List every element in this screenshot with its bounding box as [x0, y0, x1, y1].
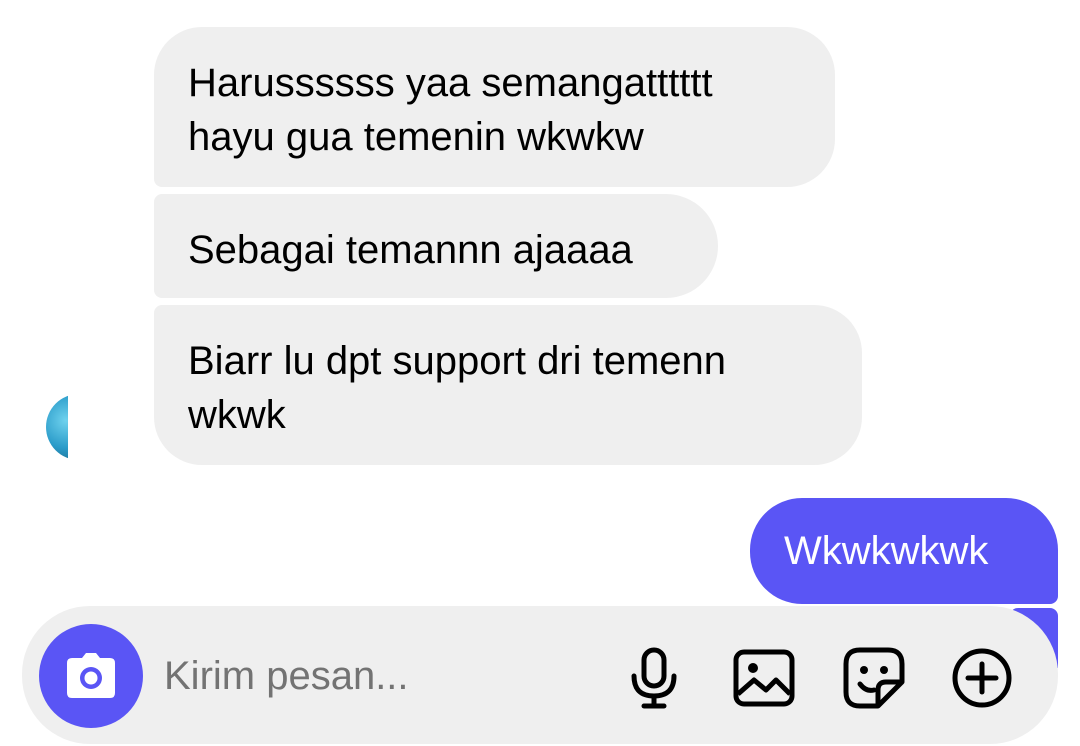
- message-text: Wkwkwkwk: [784, 529, 989, 573]
- sticker-icon: [843, 647, 905, 709]
- incoming-message[interactable]: Biarr lu dpt support dri temenn wkwk: [154, 305, 862, 465]
- message-line: Sebagai temannn ajaaaa: [188, 228, 633, 272]
- incoming-message[interactable]: Sebagai temannn ajaaaa: [154, 194, 718, 298]
- sticker-button[interactable]: [842, 646, 906, 710]
- sender-avatar[interactable]: [46, 394, 112, 460]
- camera-button[interactable]: [39, 624, 143, 728]
- gallery-button[interactable]: [732, 646, 796, 710]
- photo-icon: [733, 649, 795, 707]
- plus-icon: [952, 648, 1012, 708]
- message-line: Biarr lu dpt support dri temenn: [188, 339, 727, 383]
- microphone-icon: [631, 647, 677, 709]
- more-options-button[interactable]: [950, 646, 1014, 710]
- camera-icon: [67, 653, 115, 698]
- outgoing-message[interactable]: Wkwkwkwk: [750, 498, 1058, 604]
- message-line: wkwk: [188, 393, 286, 437]
- incoming-message[interactable]: Harussssss yaa semangatttttt hayu gua te…: [154, 27, 835, 187]
- message-input[interactable]: [164, 648, 594, 704]
- message-composer: [22, 606, 1058, 744]
- microphone-button[interactable]: [622, 646, 686, 710]
- message-line: Harussssss yaa semangatttttt: [188, 61, 713, 105]
- message-line: hayu gua temenin wkwkw: [188, 115, 644, 159]
